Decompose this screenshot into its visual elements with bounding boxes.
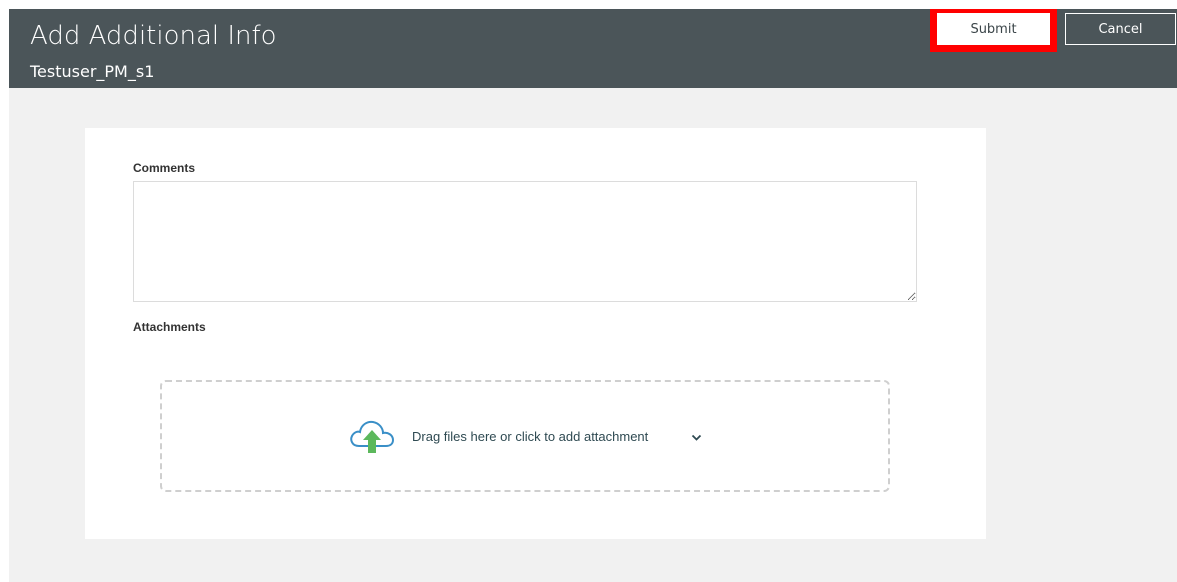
page-title: Add Additional Info (30, 21, 277, 51)
attachments-label: Attachments (133, 320, 206, 334)
submit-button[interactable]: Submit (937, 13, 1050, 45)
form-card: Comments Attachments Drag files here or … (85, 128, 986, 539)
chevron-down-icon[interactable] (691, 434, 702, 442)
cancel-button[interactable]: Cancel (1065, 13, 1176, 45)
cloud-upload-icon (350, 420, 395, 453)
attachment-dropzone[interactable]: Drag files here or click to add attachme… (160, 380, 890, 492)
comments-field[interactable] (133, 181, 917, 302)
page-subtitle: Testuser_PM_s1 (30, 62, 155, 81)
dropzone-text: Drag files here or click to add attachme… (412, 429, 649, 444)
comments-label: Comments (133, 161, 196, 175)
